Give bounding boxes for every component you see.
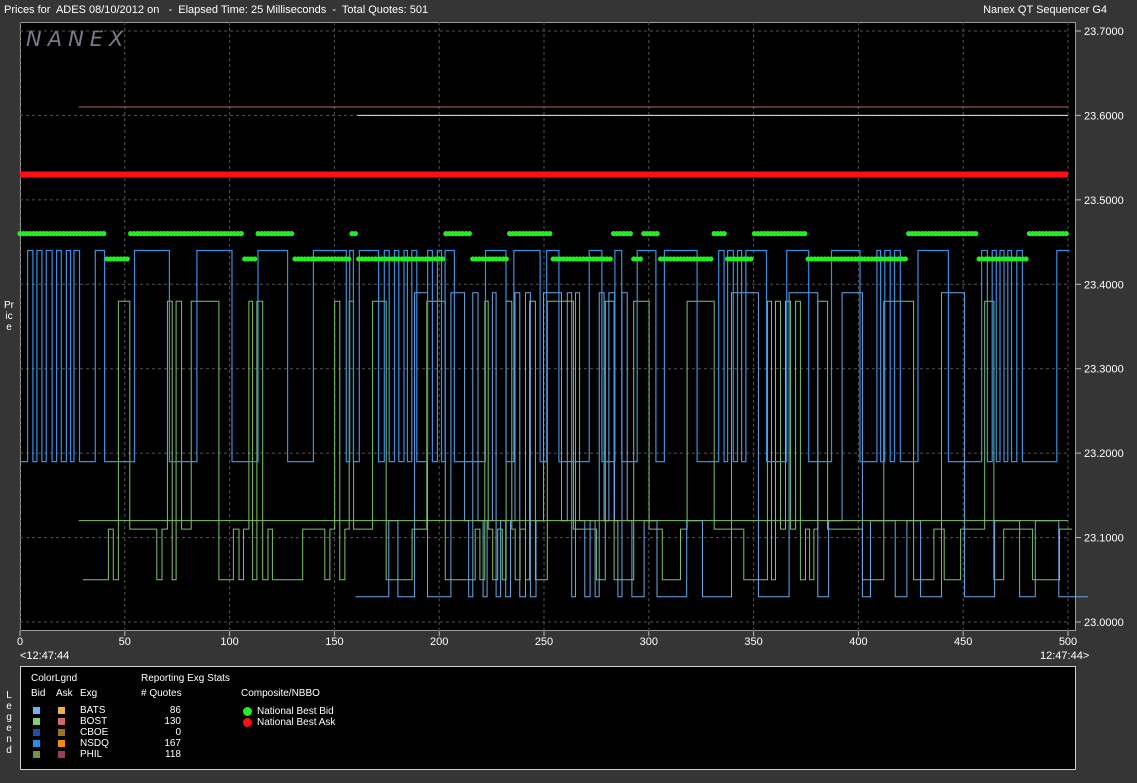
nbbo-bid-point xyxy=(607,256,613,262)
nbbo-bid-point xyxy=(721,231,727,237)
quote-count: 167 xyxy=(164,738,181,749)
nsdq-ask-swatch xyxy=(58,740,65,747)
exchange-name: CBOE xyxy=(80,727,109,738)
nbbo-bid-point xyxy=(439,256,446,262)
x-tick-label: 300 xyxy=(640,636,658,648)
x-tick-label: 100 xyxy=(220,636,238,648)
bid-dot-icon xyxy=(243,707,252,716)
composite-title: Composite/NBBO xyxy=(241,688,320,699)
nbbo-bid-point xyxy=(1063,231,1069,237)
price-chart: 23.0000 23.1000 23.2000 23.3000 23.4000 23.50… xyxy=(17,22,1124,648)
x-tick-label: 250 xyxy=(535,636,553,648)
exchange-name: NSDQ xyxy=(80,738,109,749)
nbbo-bid-point xyxy=(124,256,130,262)
nbbo-bid-point xyxy=(802,231,808,237)
quote-count: 0 xyxy=(175,727,181,738)
y-tick-label: 23.2000 xyxy=(1084,448,1124,460)
nbbo-bid-point xyxy=(1023,256,1029,262)
legend-panel: ColorLgnd Bid Ask Exg Reporting Exg Stat… xyxy=(20,666,1076,770)
bid-column-header: Bid xyxy=(31,688,46,699)
stats-title: Reporting Exg Stats xyxy=(141,673,230,684)
exchange-name: PHIL xyxy=(80,749,103,760)
quote-count: 86 xyxy=(169,705,181,716)
nbbo-bid-point xyxy=(547,231,553,237)
y-tick-label: 23.6000 xyxy=(1084,110,1124,122)
nbbo-bid-point xyxy=(708,256,714,262)
ask-column-header: Ask xyxy=(56,688,73,699)
nbbo-bid-point xyxy=(466,231,472,237)
nbbo-bid-point xyxy=(346,256,352,262)
quote-count: 118 xyxy=(165,749,181,760)
nbbo-bid-point xyxy=(252,256,258,262)
start-time-label: <12:47:44 xyxy=(20,650,70,662)
y-tick-label: 23.0000 xyxy=(1084,617,1124,629)
cboe-ask-swatch xyxy=(58,729,65,736)
y-tick-label: 23.1000 xyxy=(1084,533,1124,545)
x-tick-label: 350 xyxy=(744,636,762,648)
nbbo-bid-point xyxy=(503,256,509,262)
cboe-bid-swatch xyxy=(33,729,40,736)
bost-bid-swatch xyxy=(33,718,40,725)
nbbo-bid-point xyxy=(352,231,358,237)
nbbo-bid-point xyxy=(637,256,644,262)
color-legend-title: ColorLgnd xyxy=(31,673,78,684)
x-tick-label: 200 xyxy=(430,636,448,648)
x-tick-label: 150 xyxy=(325,636,343,648)
nbbo-bid-point xyxy=(289,231,295,237)
nbbo-label: National Best Bid xyxy=(257,706,334,717)
nbbo-bid-point xyxy=(973,231,979,237)
nbbo-bid-point xyxy=(627,231,633,237)
nbbo-bid-point xyxy=(101,231,107,237)
x-tick-label: 450 xyxy=(954,636,972,648)
end-time-label: 12:47:44> xyxy=(1040,650,1090,662)
exchange-name: BATS xyxy=(80,705,106,716)
x-tick-label: 50 xyxy=(119,636,131,648)
nbbo-bid-point xyxy=(238,231,244,237)
legend-side-label: Legend xyxy=(6,690,12,756)
nbbo-bid-point xyxy=(902,256,908,262)
y-tick-label: 23.7000 xyxy=(1084,26,1124,38)
x-tick-label: 500 xyxy=(1059,636,1077,648)
y-tick-label: 23.4000 xyxy=(1084,279,1124,291)
bats-bid-swatch xyxy=(33,707,40,714)
phil-ask-swatch xyxy=(58,751,65,758)
y-tick-label: 23.3000 xyxy=(1084,364,1124,376)
quotes-column-header: # Quotes xyxy=(141,688,182,699)
nsdq-bid-series xyxy=(355,292,1088,598)
quote-count: 130 xyxy=(164,716,181,727)
exchange-name: BOST xyxy=(80,716,108,727)
bats-ask-swatch xyxy=(58,707,65,714)
phil-bid-swatch xyxy=(33,751,40,758)
exg-column-header: Exg xyxy=(80,688,98,699)
bost-ask-swatch xyxy=(58,718,65,725)
nbbo-label: National Best Ask xyxy=(257,717,336,728)
bats-bid-series xyxy=(20,249,1070,463)
ask-dot-icon xyxy=(243,718,252,727)
x-tick-label: 400 xyxy=(849,636,867,648)
y-tick-label: 23.5000 xyxy=(1084,195,1124,207)
x-tick-label: 0 xyxy=(17,636,23,648)
nbbo-bid-point xyxy=(748,256,754,262)
nsdq-bid-swatch xyxy=(33,740,40,747)
nbbo-bid-point xyxy=(654,231,660,237)
